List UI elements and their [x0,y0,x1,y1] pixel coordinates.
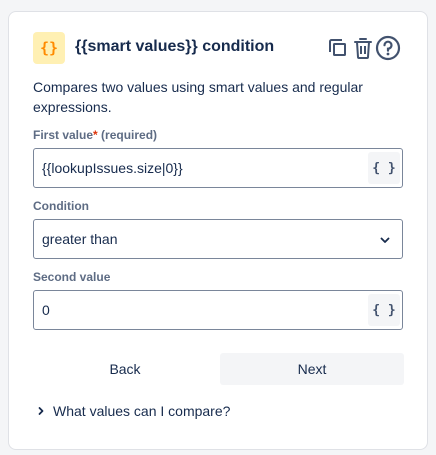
condition-panel: {} {{smart values}} condition Compares t… [8,11,428,450]
panel-header: {} {{smart values}} condition [33,32,405,64]
copy-icon[interactable] [325,35,351,61]
required-asterisk: * [93,128,98,142]
first-value-label-text: First value [33,128,94,142]
panel-title: {{smart values}} condition [75,38,275,55]
smart-values-icon: {} [33,32,65,64]
next-button[interactable]: Next [220,353,404,385]
required-note: (required) [101,128,158,142]
second-value-label: Second value [33,270,111,284]
back-button[interactable]: Back [34,353,216,385]
first-value-label: First value* (required) [33,128,157,142]
condition-select[interactable]: greater than [33,219,403,259]
panel-description: Compares two values using smart values a… [33,79,363,115]
condition-selected-value: greater than [42,231,118,247]
compare-values-label: What values can I compare? [53,403,231,419]
first-value-text: {{lookupIssues.size|0}} [42,160,183,176]
second-value-input[interactable]: 0 { } [33,290,403,330]
second-value-smart-value-button[interactable]: { } [368,294,400,326]
compare-values-expander[interactable]: What values can I compare? [35,401,230,421]
chevron-down-icon [380,237,390,243]
second-value-text: 0 [42,302,50,318]
help-icon[interactable] [375,35,401,61]
chevron-right-icon [38,407,44,415]
trash-icon[interactable] [350,35,376,61]
first-value-input[interactable]: {{lookupIssues.size|0}} { } [33,148,403,188]
condition-label: Condition [33,199,89,213]
first-value-smart-value-button[interactable]: { } [368,152,400,184]
